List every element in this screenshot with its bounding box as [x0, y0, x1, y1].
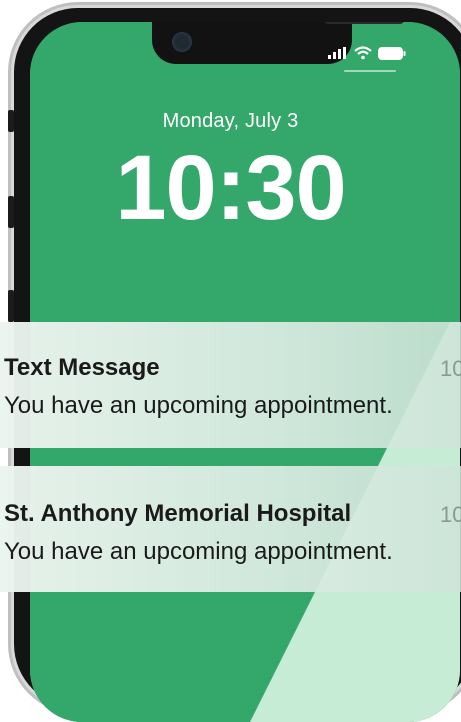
volume-down-button	[8, 290, 14, 322]
cellular-signal-icon	[328, 47, 346, 59]
notification-body: You have an upcoming appointment.	[4, 392, 393, 419]
notification-title: St. Anthony Memorial Hospital	[4, 500, 352, 527]
front-camera	[172, 32, 192, 52]
notification-time: 10	[440, 356, 461, 381]
notification-card[interactable]: St. Anthony Memorial Hospital 10 You hav…	[0, 466, 461, 592]
battery-icon	[378, 46, 406, 60]
status-indicator-line	[344, 70, 396, 72]
notification-body: You have an upcoming appointment.	[4, 538, 393, 565]
lockscreen-time: 10:30	[115, 137, 346, 239]
notification-time: 10	[440, 502, 461, 527]
notification-card[interactable]: Text Message 10 You have an upcoming app…	[0, 322, 461, 448]
notification-title: Text Message	[4, 354, 160, 381]
lockscreen-date: Monday, July 3	[162, 110, 299, 132]
wifi-icon	[354, 46, 372, 60]
status-bar	[328, 46, 406, 60]
speaker	[324, 22, 404, 24]
